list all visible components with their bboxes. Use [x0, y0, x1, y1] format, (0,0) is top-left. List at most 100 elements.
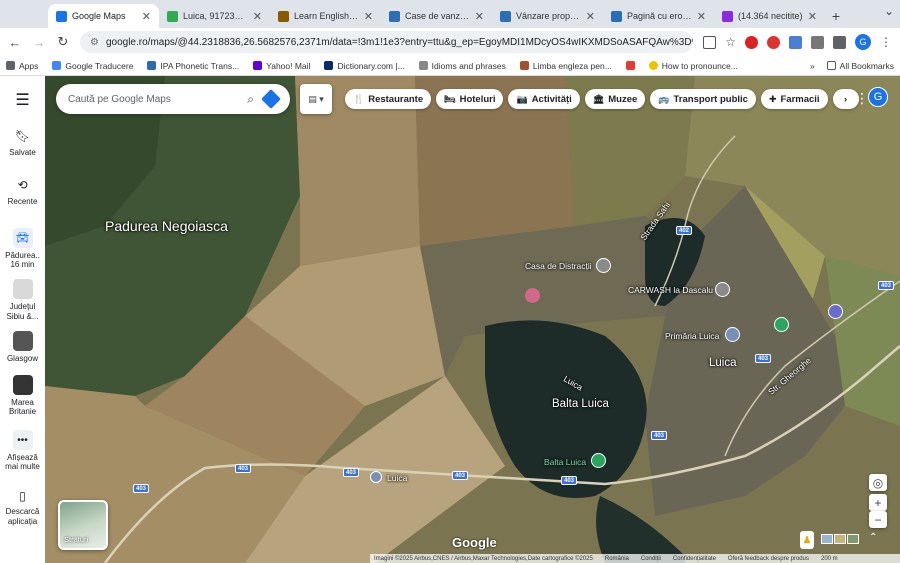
adblock-extension-icon[interactable]: [767, 35, 780, 49]
chip-activitati[interactable]: 📷 Activități: [508, 89, 580, 109]
extensions-puzzle-icon[interactable]: [811, 35, 824, 49]
bookmark-limba-engleza[interactable]: Limba engleza pen...: [519, 61, 612, 71]
bus-stop-icon[interactable]: [370, 471, 382, 483]
tab-search-chevron-icon[interactable]: ⌄: [884, 4, 894, 18]
place-label-carwash[interactable]: CARWASH la Dascalu: [628, 285, 713, 295]
map-type-dropdown[interactable]: ▤ ▾: [300, 84, 332, 114]
recent-button[interactable]: ⟲ Recente: [8, 178, 38, 206]
bookmark-red-c[interactable]: [625, 61, 635, 70]
tab-search-icon[interactable]: [833, 35, 846, 49]
imagery-swatches[interactable]: [821, 534, 859, 544]
site-info-icon[interactable]: ⚙: [90, 37, 99, 48]
directions-icon[interactable]: [261, 89, 281, 109]
scale-bar[interactable]: 200 m: [821, 556, 838, 562]
car-icon: 🚘︎: [12, 227, 33, 248]
terms-link[interactable]: Condiții: [641, 556, 661, 562]
chip-transport-public[interactable]: 🚌 Transport public: [650, 89, 756, 109]
bookmark-idioms[interactable]: Idioms and phrases: [418, 61, 506, 71]
layers-button[interactable]: Straturi: [58, 500, 108, 550]
show-more-button[interactable]: ••• Afișează mai multe: [1, 430, 45, 471]
bookmark-dictionary[interactable]: Dictionary.com |...: [324, 61, 405, 71]
imagery-thumb[interactable]: [847, 534, 859, 544]
profile-avatar[interactable]: G: [855, 34, 871, 50]
bookmark-ipa[interactable]: IPA Phonetic Trans...: [147, 61, 239, 71]
reload-icon[interactable]: ↻: [56, 34, 70, 50]
close-icon[interactable]: ✕: [586, 10, 595, 23]
close-icon[interactable]: ✕: [475, 10, 484, 23]
opera-extension-icon[interactable]: [745, 35, 758, 49]
tab-google-maps[interactable]: Google Maps ✕: [48, 4, 159, 28]
zoom-in-button[interactable]: +: [869, 494, 887, 511]
privacy-link[interactable]: Confidențialitate: [673, 556, 716, 562]
purple-poi-icon[interactable]: [828, 304, 843, 319]
saved-button[interactable]: 🔖︎ Salvate: [9, 129, 36, 157]
my-location-button[interactable]: ◎: [869, 474, 887, 491]
lake-pin-label[interactable]: Balta Luica: [544, 457, 586, 467]
tab-learn-english[interactable]: Learn English Onli ✕: [270, 4, 381, 28]
imagery-thumb[interactable]: [821, 534, 833, 544]
feedback-link[interactable]: Oferă feedback despre produs: [728, 556, 809, 562]
recent-place-glasgow[interactable]: Glasgow: [2, 330, 44, 363]
bookmark-yahoo-mail[interactable]: Yahoo! Mail: [253, 61, 310, 71]
limba-engleza-icon: [519, 61, 529, 70]
ipa-icon: [147, 61, 157, 70]
town-hall-icon[interactable]: [725, 327, 740, 342]
search-box[interactable]: Caută pe Google Maps ⌕: [56, 84, 290, 114]
place-label-primaria[interactable]: Primăria Luica: [665, 331, 719, 341]
recent-place-sibiu[interactable]: Județul Sibiu &...: [2, 279, 44, 321]
green-poi-icon[interactable]: [774, 317, 789, 332]
chip-muzee[interactable]: 🏛 Muzee: [584, 89, 646, 109]
chip-farmacii[interactable]: ✚ Farmacii: [760, 89, 828, 109]
pegman-icon[interactable]: ♟: [800, 531, 814, 549]
place-pin-icon[interactable]: [596, 258, 611, 273]
pink-marker-icon[interactable]: [525, 288, 540, 303]
bookmark-apps[interactable]: Apps: [6, 61, 38, 71]
close-icon[interactable]: ✕: [808, 10, 817, 23]
place-label-casa[interactable]: Casa de Distracții: [525, 261, 592, 271]
install-app-icon[interactable]: [703, 35, 717, 49]
bookmark-google-traducere[interactable]: Google Traducere: [52, 61, 133, 71]
imagery-thumb[interactable]: [834, 534, 846, 544]
hamburger-menu-icon[interactable]: ☰: [15, 90, 29, 110]
account-avatar[interactable]: G: [868, 87, 888, 107]
download-app-button[interactable]: ▯ Descarcă aplicația: [1, 489, 45, 526]
satellite-map[interactable]: Caută pe Google Maps ⌕ ▤ ▾ 🍴 Restaurante …: [45, 76, 900, 563]
tab-vanzare-proprietate[interactable]: Vânzare proprietat ✕: [492, 4, 603, 28]
lake-pin-icon[interactable]: [591, 453, 606, 468]
bookmarks-right: » All Bookmarks: [810, 61, 894, 71]
bookmark-how-to-pronounce[interactable]: How to pronounce...: [648, 61, 738, 71]
more-bookmarks-button[interactable]: »: [810, 61, 815, 71]
town-label-luica[interactable]: Luica: [709, 357, 737, 369]
region-link[interactable]: România: [605, 556, 629, 562]
back-arrow-icon[interactable]: ←: [8, 35, 22, 50]
tab-luica[interactable]: Luica, 917235 câte ✕: [159, 4, 270, 28]
close-icon[interactable]: ✕: [697, 10, 706, 23]
tab-pagina-eroare[interactable]: Pagină cu eroare ✕: [603, 4, 714, 28]
expand-chevron-icon[interactable]: ⌃: [869, 532, 877, 543]
map-footer: Imagini ©2025 Airbus,CNES / Airbus,Maxar…: [370, 554, 900, 563]
search-icon[interactable]: ⌕: [247, 92, 254, 107]
camera-icon: 📷: [516, 93, 528, 104]
tab-case-vanzare[interactable]: Case de vanzare H ✕: [381, 4, 492, 28]
tab-mail[interactable]: (14.364 necitite) ✕: [714, 4, 825, 28]
chip-restaurante[interactable]: 🍴 Restaurante: [345, 89, 432, 109]
road-label-luica[interactable]: Luica: [387, 473, 407, 483]
close-icon[interactable]: ✕: [364, 10, 373, 23]
translate-extension-icon[interactable]: [789, 35, 802, 49]
recent-place-marea-britanie[interactable]: Marea Britanie: [2, 374, 44, 416]
close-icon[interactable]: ✕: [253, 10, 262, 23]
new-tab-button[interactable]: +: [825, 4, 847, 28]
recent-place-padurea[interactable]: 🚘︎ Pădurea.. 16 min: [2, 227, 44, 269]
chip-hoteluri[interactable]: 🛏 Hoteluri: [436, 89, 504, 109]
search-input[interactable]: Caută pe Google Maps: [68, 94, 237, 105]
place-pin-icon[interactable]: [715, 282, 730, 297]
browser-menu-icon[interactable]: ⋮: [880, 35, 892, 49]
forward-arrow-icon[interactable]: →: [32, 35, 46, 50]
forest-label[interactable]: Padurea Negoiasca: [105, 218, 228, 234]
bookmark-star-icon[interactable]: ☆: [725, 35, 736, 49]
zoom-out-button[interactable]: −: [869, 511, 887, 528]
close-icon[interactable]: ✕: [142, 10, 151, 23]
address-bar[interactable]: ⚙ google.ro/maps/@44.2318836,26.5682576,…: [80, 31, 694, 53]
all-bookmarks-button[interactable]: All Bookmarks: [826, 61, 894, 71]
lake-label[interactable]: Balta Luica: [552, 398, 609, 410]
